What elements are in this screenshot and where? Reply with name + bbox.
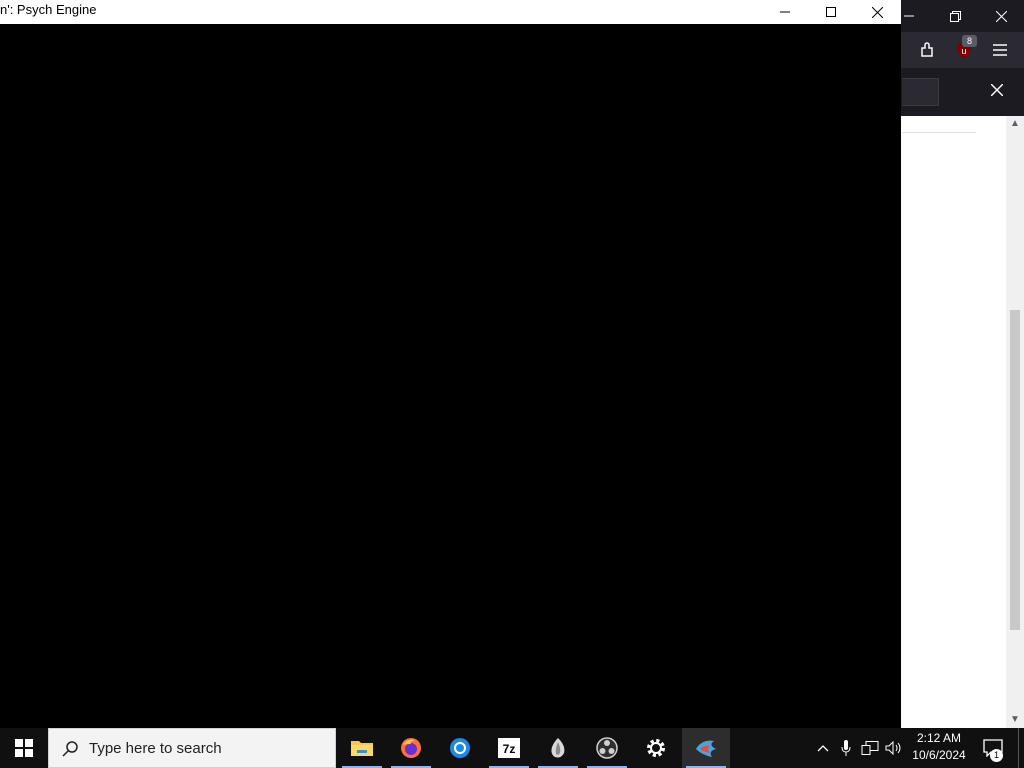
clock-time: 2:12 AM [916, 731, 962, 745]
notification-count-badge: 1 [990, 749, 1003, 762]
taskbar-psych-engine[interactable] [682, 728, 730, 768]
folder-icon [351, 741, 373, 756]
minimize-icon [904, 15, 914, 17]
restore-icon [949, 10, 961, 22]
scrollbar-thumb[interactable] [1010, 310, 1020, 630]
svg-text:7z: 7z [503, 742, 516, 756]
extensions-button[interactable] [914, 36, 942, 64]
taskbar-obs-studio[interactable] [583, 728, 631, 768]
game-canvas[interactable] [0, 24, 901, 728]
minimize-button[interactable] [762, 0, 808, 24]
close-icon [871, 6, 883, 18]
show-hidden-icons-button[interactable] [812, 728, 834, 768]
content-divider [902, 132, 976, 133]
microphone-icon [841, 740, 851, 756]
taskbar-clock[interactable]: 2:12 AM 10/6/2024 [906, 730, 972, 766]
puzzle-icon [921, 42, 933, 57]
window-title: n': Psych Engine [0, 2, 97, 17]
clock-date: 10/6/2024 [912, 748, 966, 762]
browser-close-button[interactable] [978, 0, 1024, 32]
speaker-icon [885, 741, 901, 755]
app-menu-button[interactable] [986, 36, 1014, 64]
teardrop-app-icon [551, 738, 565, 758]
taskbar: Type here to search 7z 2:12 AM 10/6/2024 [0, 728, 1024, 768]
start-button[interactable] [0, 728, 48, 768]
search-icon [62, 741, 78, 757]
maximize-button[interactable] [808, 0, 854, 24]
findbar-close-button[interactable] [983, 76, 1011, 104]
close-button[interactable] [854, 0, 900, 24]
taskbar-chrome[interactable] [436, 728, 484, 768]
gear-icon [647, 739, 665, 757]
scroll-down-arrow-icon[interactable]: ▼ [1009, 714, 1021, 726]
taskbar-app-teardrop[interactable] [534, 728, 582, 768]
extension-badge: 8 [962, 35, 977, 47]
minimize-icon [780, 11, 790, 13]
taskbar-file-explorer[interactable] [338, 728, 386, 768]
browser-restore-button[interactable] [932, 0, 978, 32]
browser-page-content [902, 116, 998, 728]
svg-text:u: u [961, 46, 966, 56]
firefox-icon [401, 738, 421, 758]
maximize-icon [826, 7, 836, 17]
search-placeholder: Type here to search [89, 740, 222, 757]
taskbar-settings[interactable] [632, 728, 680, 768]
findbar-input[interactable] [902, 78, 939, 106]
network-tray-button[interactable] [859, 728, 881, 768]
volume-tray-button[interactable] [883, 728, 905, 768]
app-titlebar[interactable]: n': Psych Engine [0, 0, 901, 24]
show-desktop-button[interactable] [1018, 728, 1019, 768]
7zip-icon: 7z [498, 738, 520, 758]
chevron-up-icon [817, 745, 829, 752]
taskbar-7zip[interactable]: 7z [485, 728, 533, 768]
close-icon [995, 10, 1007, 22]
psych-engine-window: n': Psych Engine [0, 0, 901, 728]
windows-logo-icon [15, 739, 33, 757]
psych-engine-icon [696, 740, 716, 757]
network-icon [861, 741, 879, 755]
action-center-button[interactable] [980, 728, 1006, 768]
browser-scrollbar[interactable]: ▲ ▼ [1006, 116, 1024, 728]
close-icon [991, 84, 1003, 96]
obs-icon [596, 737, 618, 759]
scroll-up-arrow-icon[interactable]: ▲ [1009, 118, 1021, 130]
hamburger-menu-icon [993, 44, 1007, 56]
taskbar-firefox[interactable] [387, 728, 435, 768]
microphone-tray-button[interactable] [836, 728, 856, 768]
chrome-icon [450, 738, 470, 758]
taskbar-search-box[interactable]: Type here to search [48, 728, 336, 768]
